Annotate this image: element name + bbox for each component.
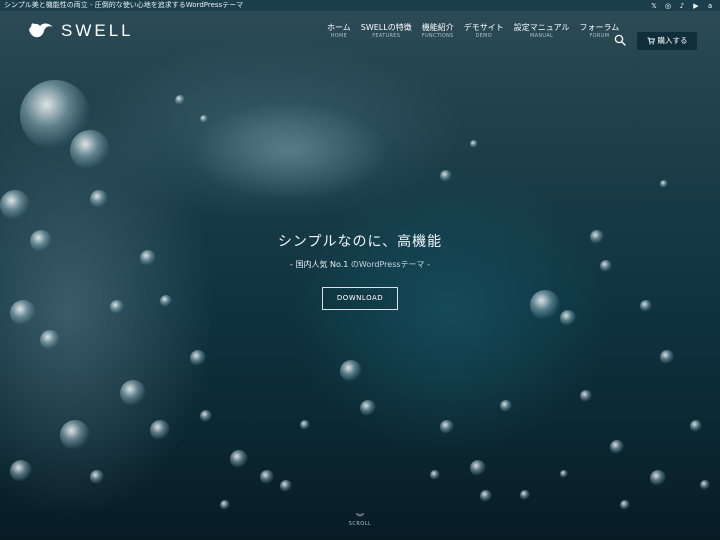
bubble	[10, 460, 32, 482]
bubble	[500, 400, 512, 412]
nav-item-home[interactable]: ホーム HOME	[322, 23, 356, 40]
nav-item-manual[interactable]: 設定マニュアル MANUAL	[509, 23, 575, 40]
bubble	[190, 350, 206, 366]
top-bar: シンプル美と機能性の両立 - 圧倒的な使い心地を追求するWordPressテーマ…	[0, 0, 720, 11]
bubble	[60, 420, 90, 450]
hero-title: シンプルなのに、高機能	[277, 234, 443, 250]
hero-background	[0, 11, 720, 540]
bubble	[160, 295, 172, 307]
bubble	[220, 500, 230, 510]
bubble	[200, 410, 212, 422]
bubble	[470, 140, 478, 148]
search-icon[interactable]	[614, 34, 626, 46]
bubble	[560, 470, 568, 478]
subtitle-dash-right: -	[424, 260, 430, 269]
bubble	[440, 420, 454, 434]
site-header: SWELL ホーム HOME SWELLの特徴 FEATURES 機能紹介 FU…	[0, 11, 720, 50]
bubble	[230, 450, 248, 468]
nav-item-label: デモサイト	[463, 23, 504, 32]
bubble	[90, 190, 108, 208]
nav-item-label: 機能紹介	[421, 23, 454, 32]
nav-item-sublabel: MANUAL	[530, 33, 554, 39]
bubble	[300, 420, 310, 430]
bubble	[0, 190, 30, 220]
bubble	[150, 420, 170, 440]
nav-item-functions[interactable]: 機能紹介 FUNCTIONS	[417, 23, 459, 40]
nav-item-sublabel: FEATURES	[372, 33, 401, 39]
bubble	[530, 290, 560, 320]
bubble	[700, 480, 710, 490]
main-nav: ホーム HOME SWELLの特徴 FEATURES 機能紹介 FUNCTION…	[322, 23, 624, 40]
bubble	[90, 470, 104, 484]
cart-icon	[647, 37, 655, 45]
bubble	[200, 115, 208, 123]
bubble	[110, 300, 124, 314]
bubble	[610, 440, 624, 454]
x-icon[interactable]: 𝕏	[650, 2, 658, 10]
bubble	[470, 460, 486, 476]
subtitle-text: のWordPressテーマ	[350, 260, 425, 269]
bubble	[650, 470, 666, 486]
social-links: 𝕏 ◎ ♪ ▶ a	[650, 2, 714, 10]
scroll-indicator[interactable]: ︾ SCROLL	[345, 513, 375, 528]
nav-item-label: ホーム	[327, 23, 351, 32]
nav-item-sublabel: FORUM	[589, 33, 610, 39]
logo-icon	[29, 23, 53, 38]
bubble	[260, 470, 274, 484]
bubble	[660, 350, 674, 364]
nav-item-label: SWELLの特徴	[360, 23, 412, 32]
hero-subtitle: - 国内人気 No.1 のWordPressテーマ -	[0, 259, 720, 270]
nav-item-features[interactable]: SWELLの特徴 FEATURES	[356, 23, 417, 40]
bubble	[440, 170, 452, 182]
scroll-label: SCROLL	[348, 521, 372, 527]
bubble	[120, 380, 146, 406]
bubble	[660, 180, 668, 188]
nav-item-sublabel: HOME	[330, 33, 348, 39]
amazon-icon[interactable]: a	[706, 2, 714, 10]
site-tagline: シンプル美と機能性の両立 - 圧倒的な使い心地を追求するWordPressテーマ	[4, 1, 244, 9]
youtube-icon[interactable]: ▶	[692, 2, 700, 10]
bubble	[10, 300, 36, 326]
nav-item-sublabel: FUNCTIONS	[421, 33, 454, 39]
nav-item-demo[interactable]: デモサイト DEMO	[459, 23, 509, 40]
nav-item-label: フォーラム	[579, 23, 620, 32]
site-logo[interactable]: SWELL	[27, 21, 134, 41]
chevron-down-icon: ︾	[356, 513, 364, 522]
buy-button[interactable]: 購入する	[637, 32, 697, 50]
bubble	[580, 390, 592, 402]
download-button[interactable]: DOWNLOAD	[322, 287, 398, 310]
instagram-icon[interactable]: ◎	[664, 2, 672, 10]
nav-item-sublabel: DEMO	[475, 33, 492, 39]
nav-item-label: 設定マニュアル	[513, 23, 570, 32]
bubble	[640, 300, 652, 312]
bubble	[430, 470, 440, 480]
tiktok-icon[interactable]: ♪	[678, 2, 686, 10]
bubble	[70, 130, 110, 170]
bubble	[690, 420, 702, 432]
bubble	[620, 500, 630, 510]
bubble	[520, 490, 530, 500]
bubble	[360, 400, 376, 416]
bubble	[340, 360, 362, 382]
logo-text: SWELL	[61, 21, 134, 40]
subtitle-highlight: 国内人気 No.1	[295, 260, 349, 269]
bubble	[480, 490, 492, 502]
bubble	[175, 95, 185, 105]
bubble	[40, 330, 60, 350]
bubble	[560, 310, 576, 326]
buy-button-label: 購入する	[657, 36, 688, 45]
bubble	[280, 480, 292, 492]
